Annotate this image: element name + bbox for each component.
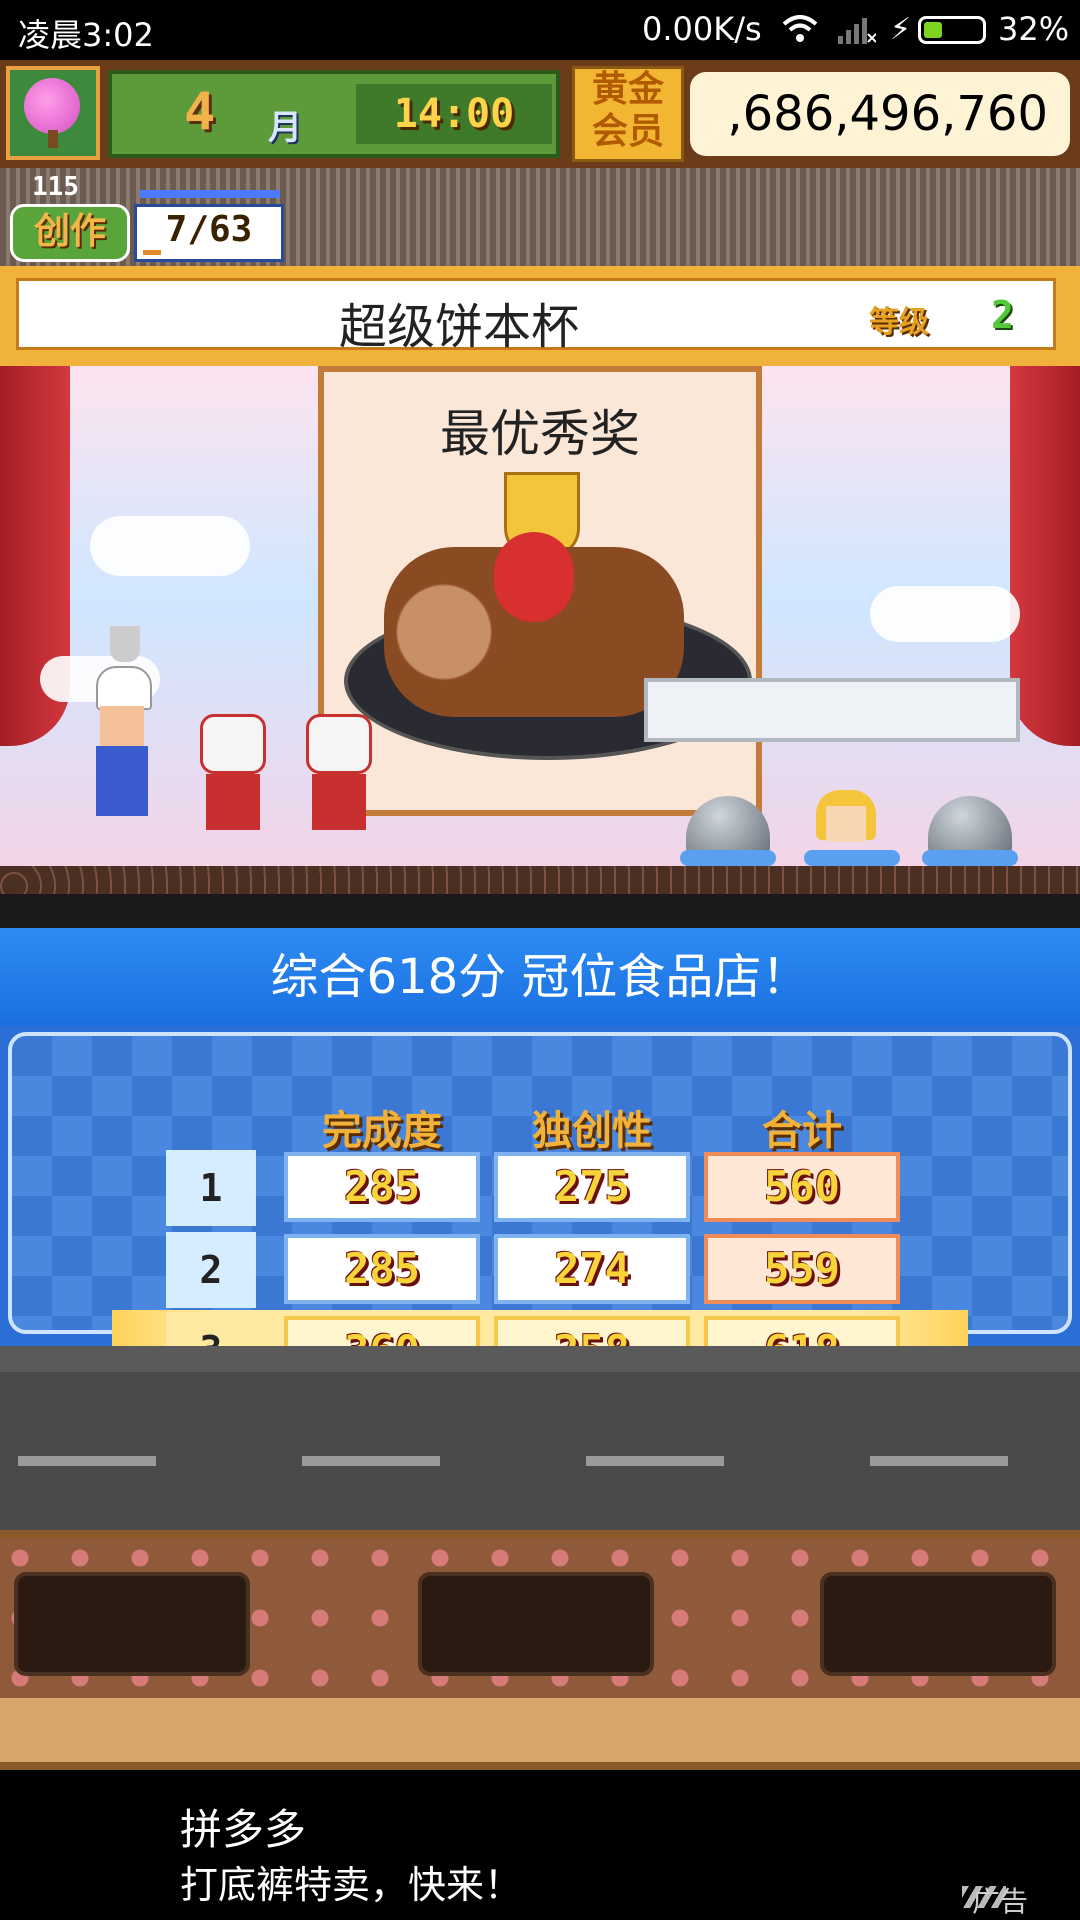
cloche-base xyxy=(804,850,900,866)
award-name: 最优秀奖 xyxy=(440,405,640,463)
contest-rank-label: 等级 xyxy=(869,305,929,340)
street xyxy=(0,1346,1080,1530)
rank-1: 1 xyxy=(166,1150,256,1226)
ad-banner[interactable]: 拼多多 打底裤特卖，快来！ 广告 xyxy=(0,1770,1080,1920)
road-marking xyxy=(870,1456,1008,1466)
road-marking xyxy=(302,1456,440,1466)
header-completion: 完成度 xyxy=(322,1108,442,1154)
date-panel: 4 月 14:00 xyxy=(108,70,560,158)
cloche-base xyxy=(922,850,1018,866)
score-board: 完成度 独创性 合计 1 285 275 560 2 285 274 559 3… xyxy=(0,1026,1080,1390)
ad-title: 拼多多 xyxy=(180,1805,307,1854)
display-slot[interactable] xyxy=(418,1572,654,1676)
robot-character xyxy=(196,714,270,834)
gold-member-badge[interactable]: 黄金会员 xyxy=(572,66,684,162)
net-speed: 0.00K/s xyxy=(642,10,762,48)
create-progress-text: 7/63 xyxy=(165,209,253,250)
audience xyxy=(0,866,1080,894)
create-button[interactable]: 创作 xyxy=(10,204,130,262)
score-cell: 275 xyxy=(494,1152,690,1222)
charging-icon: ⚡ xyxy=(890,12,912,47)
ad-tag: 广告 xyxy=(972,1885,1029,1918)
cloud xyxy=(90,516,250,576)
score-cell: 274 xyxy=(494,1234,690,1304)
cloche-base xyxy=(680,850,776,866)
score-cell: 285 xyxy=(284,1234,480,1304)
judge-table xyxy=(644,678,1020,742)
cloche-icon xyxy=(928,796,1012,852)
mascot-figure xyxy=(494,532,574,622)
contest-rank-value: 2 xyxy=(991,293,1014,337)
game-screen[interactable]: 4 月 14:00 黄金会员 ,686,496,760 G 115 创作 7/6… xyxy=(0,60,1080,1530)
road-marking xyxy=(18,1456,156,1466)
rank-2: 2 xyxy=(166,1232,256,1308)
robot-character xyxy=(302,714,376,834)
contest-title-bar: 超级饼本杯 等级 2 xyxy=(0,266,1080,366)
award-panel: 最优秀奖 xyxy=(318,366,762,816)
month-value: 4 xyxy=(184,82,216,142)
display-slot[interactable] xyxy=(820,1572,1056,1676)
cloud xyxy=(870,586,1020,642)
create-progress: 7/63 xyxy=(134,204,284,262)
level-value: 115 xyxy=(32,172,79,202)
money-display: ,686,496,760 G xyxy=(690,72,1070,226)
battery-icon xyxy=(918,16,986,44)
shop-counter xyxy=(0,1530,1080,1770)
result-banner: 综合618分 冠位食品店！ xyxy=(0,928,1080,1026)
score-cell: 285 xyxy=(284,1152,480,1222)
status-bar: 凌晨3:02 0.00K/s ⚡ 32% xyxy=(0,0,1080,60)
chef-character xyxy=(90,626,154,836)
header-total: 合计 xyxy=(762,1108,842,1154)
total-cell: 560 xyxy=(704,1152,900,1222)
award-stage: 最优秀奖 xyxy=(0,366,1080,894)
shop-avatar-tree-icon[interactable] xyxy=(6,66,100,160)
total-cell: 559 xyxy=(704,1234,900,1304)
month-label: 月 xyxy=(268,108,302,148)
level-bar xyxy=(140,190,280,198)
create-progress-bar xyxy=(143,250,161,255)
top-hud: 4 月 14:00 黄金会员 ,686,496,760 G xyxy=(0,60,1080,226)
contest-title-panel: 超级饼本杯 等级 2 xyxy=(16,278,1056,355)
game-clock: 14:00 xyxy=(356,84,552,144)
display-slot[interactable] xyxy=(14,1572,250,1676)
road-marking xyxy=(586,1456,724,1466)
wifi-icon xyxy=(782,15,818,42)
battery-percent: 32% xyxy=(998,10,1070,48)
status-strip: 115 创作 7/63 xyxy=(0,168,1080,266)
status-time: 凌晨3:02 xyxy=(18,16,154,54)
header-originality: 独创性 xyxy=(532,1108,652,1154)
ad-subtitle: 打底裤特卖，快来！ xyxy=(180,1863,523,1907)
right-curtain xyxy=(1010,366,1080,746)
signal-icon xyxy=(838,18,876,44)
